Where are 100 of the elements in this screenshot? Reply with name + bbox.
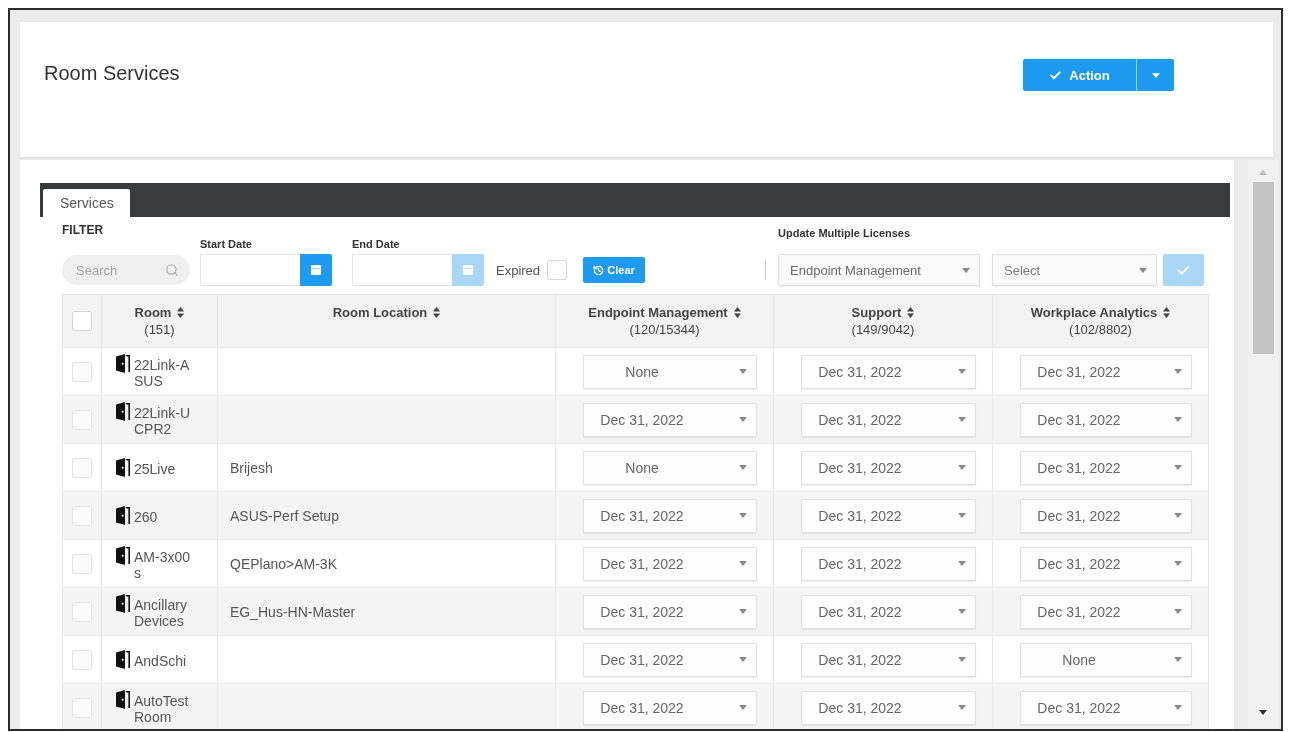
license-select[interactable]: Dec 31, 2022 bbox=[1020, 690, 1192, 725]
license-select[interactable]: None bbox=[1020, 642, 1192, 677]
row-checkbox[interactable] bbox=[72, 361, 92, 382]
room-name: AutoTest Room bbox=[134, 692, 190, 725]
room-name: 22Link-ASUS bbox=[134, 356, 191, 389]
filter-heading: FILTER bbox=[62, 223, 104, 237]
scroll-up-icon[interactable] bbox=[1259, 170, 1267, 175]
action-button[interactable]: Action bbox=[1023, 59, 1136, 91]
row-checkbox[interactable] bbox=[72, 553, 92, 574]
license-select[interactable]: Dec 31, 2022 bbox=[1020, 402, 1192, 437]
caret-icon bbox=[1174, 705, 1182, 710]
license-select[interactable]: Dec 31, 2022 bbox=[801, 450, 976, 485]
license-select[interactable]: Dec 31, 2022 bbox=[801, 498, 976, 533]
sort-icon[interactable] bbox=[433, 307, 441, 318]
caret-icon bbox=[958, 705, 966, 710]
room-name: 260 bbox=[134, 508, 158, 525]
license-select[interactable]: None bbox=[583, 354, 757, 389]
search-field[interactable]: Search bbox=[62, 255, 190, 285]
expired-checkbox[interactable] bbox=[547, 260, 568, 280]
tab[interactable]: Services bbox=[43, 189, 130, 217]
search-icon bbox=[165, 263, 179, 277]
caret-icon bbox=[1174, 417, 1182, 422]
sort-icon[interactable] bbox=[733, 307, 741, 318]
license-type-select[interactable]: Endpoint Management bbox=[778, 254, 981, 286]
end-date-label: End Date bbox=[352, 237, 400, 251]
license-select[interactable]: Dec 31, 2022 bbox=[583, 594, 757, 629]
column-title[interactable]: Endpoint Management bbox=[588, 304, 728, 321]
caret-icon bbox=[739, 513, 747, 518]
room-name: 22Link-UCPR2 bbox=[134, 404, 192, 437]
action-menu-button[interactable] bbox=[1136, 59, 1174, 91]
caret-icon bbox=[1174, 513, 1182, 518]
room-location: Brijesh bbox=[230, 459, 273, 476]
expiry-select[interactable]: Select bbox=[992, 254, 1158, 286]
license-select[interactable]: Dec 31, 2022 bbox=[801, 642, 976, 677]
caret-icon bbox=[739, 417, 747, 422]
end-date-input[interactable] bbox=[352, 254, 452, 286]
license-select[interactable]: Dec 31, 2022 bbox=[801, 354, 976, 389]
caret-icon bbox=[739, 369, 747, 374]
license-select[interactable]: Dec 31, 2022 bbox=[801, 546, 976, 581]
license-select[interactable]: Dec 31, 2022 bbox=[583, 690, 757, 725]
start-date-label: Start Date bbox=[200, 237, 252, 251]
scroll-down-icon[interactable] bbox=[1259, 710, 1267, 715]
door-icon bbox=[115, 690, 131, 709]
license-select[interactable]: Dec 31, 2022 bbox=[583, 498, 757, 533]
check-icon bbox=[1049, 68, 1063, 82]
history-icon bbox=[593, 264, 605, 276]
sort-icon[interactable] bbox=[907, 307, 915, 318]
door-icon bbox=[115, 354, 131, 373]
caret-icon bbox=[1174, 561, 1182, 566]
door-icon bbox=[115, 650, 131, 669]
caret-icon bbox=[958, 513, 966, 518]
scrollbar[interactable] bbox=[1248, 160, 1278, 729]
room-name: AM-3x00s bbox=[134, 548, 192, 581]
clear-button[interactable]: Clear bbox=[583, 257, 646, 283]
caret-icon bbox=[958, 465, 966, 470]
license-select[interactable]: Dec 31, 2022 bbox=[583, 642, 757, 677]
column-title[interactable]: Workplace Analytics bbox=[1030, 304, 1158, 321]
room-location: EG_Hus-HN-Master bbox=[230, 603, 356, 620]
room-location: QEPlano>AM-3K bbox=[230, 555, 337, 572]
license-select[interactable]: Dec 31, 2022 bbox=[1020, 498, 1192, 533]
caret-icon bbox=[739, 657, 747, 662]
license-select[interactable]: Dec 31, 2022 bbox=[801, 690, 976, 725]
caret-icon bbox=[1174, 465, 1182, 470]
license-select[interactable]: Dec 31, 2022 bbox=[1020, 594, 1192, 629]
sort-icon[interactable] bbox=[1163, 307, 1171, 318]
caret-icon bbox=[739, 465, 747, 470]
expired-label: Expired bbox=[496, 263, 541, 278]
license-select[interactable]: Dec 31, 2022 bbox=[583, 402, 757, 437]
column-count: (151) bbox=[143, 321, 176, 338]
scrollbar-thumb[interactable] bbox=[1252, 182, 1274, 354]
caret-icon bbox=[1139, 267, 1148, 273]
row-checkbox[interactable] bbox=[72, 649, 92, 670]
license-select[interactable]: Dec 31, 2022 bbox=[801, 594, 976, 629]
row-checkbox[interactable] bbox=[72, 457, 92, 478]
room-name: AndSchi bbox=[134, 652, 187, 669]
caret-icon bbox=[739, 561, 747, 566]
column-count: (120/15344) bbox=[628, 321, 701, 338]
caret-icon bbox=[962, 267, 971, 273]
door-icon bbox=[115, 458, 131, 477]
license-select[interactable]: Dec 31, 2022 bbox=[1020, 546, 1192, 581]
door-icon bbox=[115, 594, 131, 613]
select-all-checkbox[interactable] bbox=[72, 311, 92, 331]
calendar-icon bbox=[463, 265, 473, 275]
license-select[interactable]: Dec 31, 2022 bbox=[583, 546, 757, 581]
license-select[interactable]: Dec 31, 2022 bbox=[1020, 450, 1192, 485]
caret-icon bbox=[958, 417, 966, 422]
license-select[interactable]: None bbox=[583, 450, 757, 485]
door-icon bbox=[115, 402, 131, 421]
calendar-icon bbox=[311, 265, 321, 275]
license-select[interactable]: Dec 31, 2022 bbox=[801, 402, 976, 437]
column-title[interactable]: Room bbox=[134, 304, 172, 321]
column-title[interactable]: Room Location bbox=[332, 304, 428, 321]
calendar-button[interactable] bbox=[300, 254, 332, 286]
license-select[interactable]: Dec 31, 2022 bbox=[1020, 354, 1192, 389]
caret-icon bbox=[958, 657, 966, 662]
room-name: 25Live bbox=[134, 460, 176, 477]
start-date-input[interactable] bbox=[200, 254, 300, 286]
caret-icon bbox=[1174, 657, 1182, 662]
sort-icon[interactable] bbox=[177, 307, 185, 318]
column-title[interactable]: Support bbox=[851, 304, 902, 321]
